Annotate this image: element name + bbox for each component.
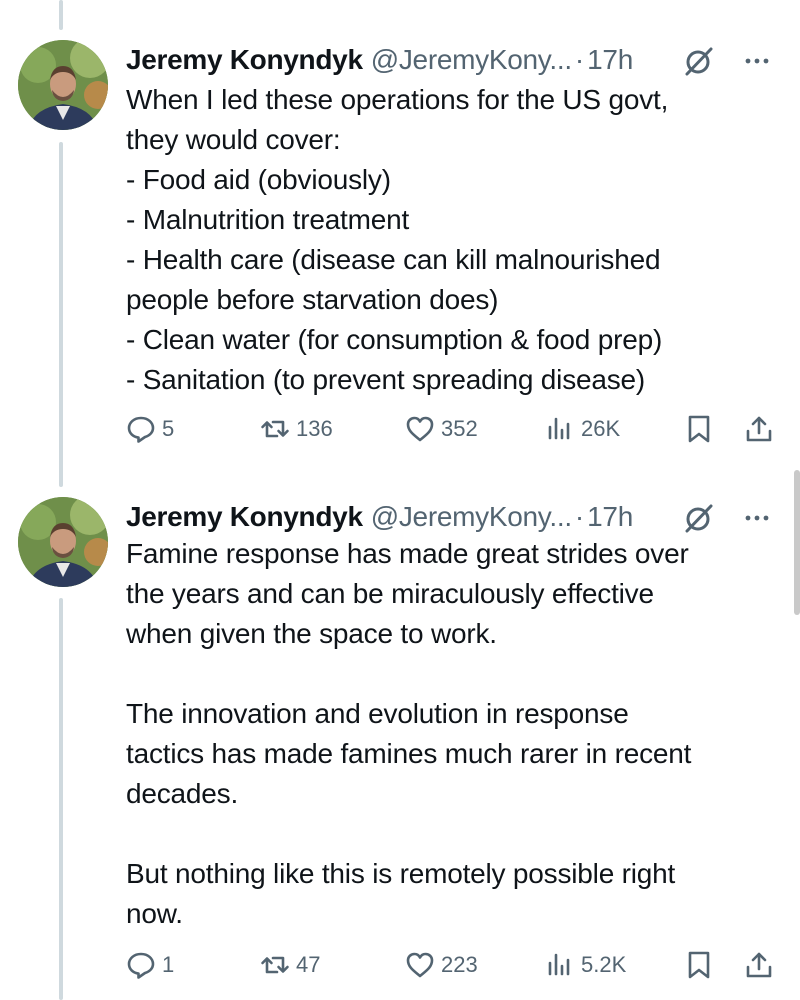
- separator-dot: ·: [574, 44, 585, 75]
- repost-icon: [261, 420, 289, 438]
- views-icon: [548, 417, 570, 440]
- tweet-actions: 1 47 223 5.2K: [126, 945, 786, 985]
- share-button[interactable]: [744, 409, 774, 449]
- timestamp[interactable]: 17h: [587, 44, 633, 76]
- repost-button[interactable]: 47: [260, 945, 320, 985]
- views-button[interactable]: 26K: [545, 409, 620, 449]
- reply-count: 1: [162, 952, 175, 977]
- share-button[interactable]: [744, 945, 774, 985]
- views-count: 5.2K: [581, 952, 627, 977]
- like-icon: [406, 416, 434, 442]
- reply-icon: [127, 416, 155, 443]
- repost-icon: [261, 956, 289, 974]
- like-icon: [406, 952, 434, 978]
- like-button[interactable]: 223: [405, 945, 478, 985]
- more-icon[interactable]: [742, 46, 772, 76]
- author-name[interactable]: Jeremy Konyndyk: [126, 501, 363, 533]
- separator-dot: ·: [574, 501, 585, 532]
- repost-count: 47: [296, 952, 321, 977]
- tweet-header: Jeremy Konyndyk @JeremyKony... · 17h: [126, 40, 780, 80]
- grok-icon[interactable]: [682, 44, 716, 78]
- share-icon: [746, 952, 772, 978]
- views-button[interactable]: 5.2K: [545, 945, 626, 985]
- views-icon: [548, 953, 570, 976]
- like-count: 223: [441, 952, 478, 977]
- tweet[interactable]: Jeremy Konyndyk @JeremyKony... · 17h Fam…: [0, 497, 800, 997]
- reply-icon: [127, 952, 155, 979]
- grok-icon[interactable]: [682, 501, 716, 535]
- bookmark-button[interactable]: [684, 945, 714, 985]
- share-icon: [746, 416, 772, 442]
- scrollbar[interactable]: [794, 470, 800, 615]
- timestamp[interactable]: 17h: [587, 501, 633, 533]
- like-button[interactable]: 352: [405, 409, 478, 449]
- more-icon[interactable]: [742, 503, 772, 533]
- repost-count: 136: [296, 416, 333, 441]
- bookmark-button[interactable]: [684, 409, 714, 449]
- tweet-header: Jeremy Konyndyk @JeremyKony... · 17h: [126, 497, 780, 537]
- tweet-actions: 5 136 352 26K: [126, 409, 786, 449]
- author-name[interactable]: Jeremy Konyndyk: [126, 44, 363, 76]
- repost-button[interactable]: 136: [260, 409, 333, 449]
- avatar[interactable]: [18, 497, 108, 587]
- bookmark-icon: [688, 415, 710, 443]
- tweet[interactable]: Jeremy Konyndyk @JeremyKony... · 17h Whe…: [0, 40, 800, 460]
- author-handle[interactable]: @JeremyKony...: [371, 501, 572, 533]
- tweet-text: Famine response has made great strides o…: [126, 538, 692, 929]
- reply-button[interactable]: 5: [126, 409, 174, 449]
- tweet-text: When I led these operations for the US g…: [126, 84, 669, 395]
- reply-button[interactable]: 1: [126, 945, 174, 985]
- bookmark-icon: [688, 951, 710, 979]
- author-handle[interactable]: @JeremyKony...: [371, 44, 572, 76]
- like-count: 352: [441, 416, 478, 441]
- views-count: 26K: [581, 416, 621, 441]
- thread-line-top: [59, 0, 63, 30]
- avatar[interactable]: [18, 40, 108, 130]
- reply-count: 5: [162, 416, 175, 441]
